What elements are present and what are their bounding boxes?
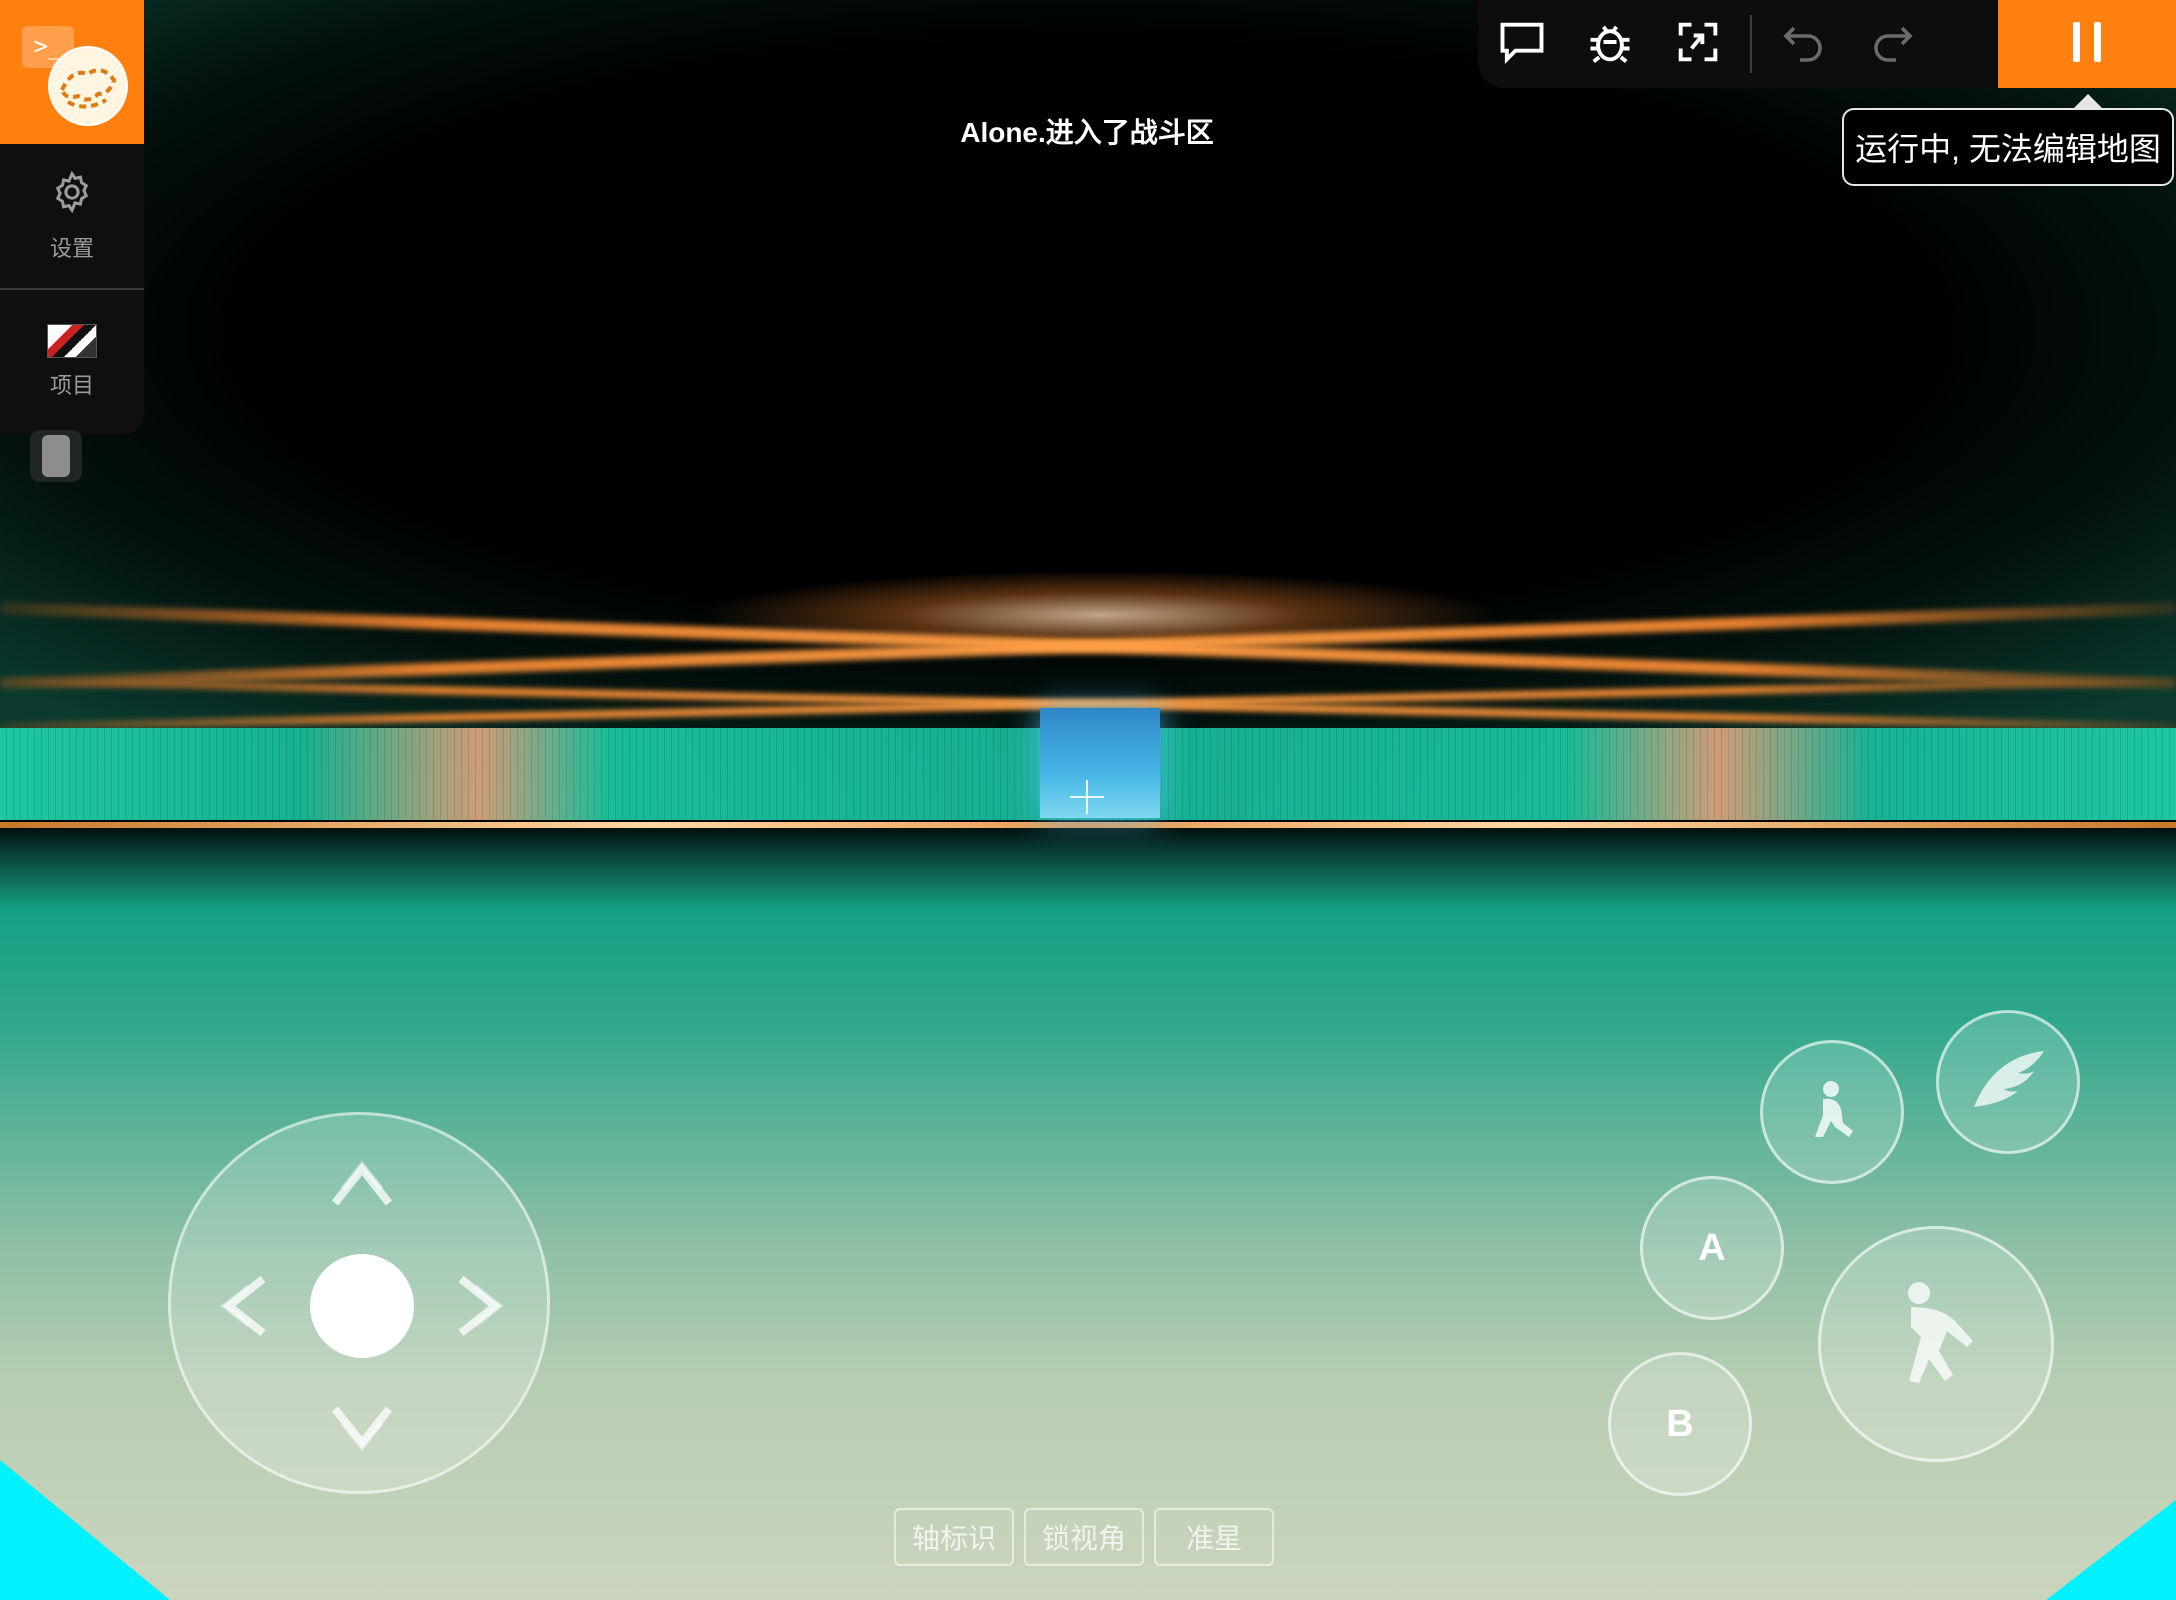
sidebar-item-settings[interactable]: 设置 [0,144,144,288]
app-logo[interactable]: >_ [0,0,144,144]
axis-marker-toggle[interactable]: 轴标识 [894,1508,1014,1566]
chat-button[interactable] [1478,0,1566,88]
horizon-line [0,822,2176,828]
collapse-icon [1672,16,1724,73]
debug-button[interactable] [1566,0,1654,88]
bug-icon [1584,16,1636,73]
chat-icon [1496,16,1548,73]
fly-button[interactable] [1936,1010,2080,1154]
running-tooltip: 运行中, 无法编辑地图 [1842,108,2174,186]
arrow-down-icon [331,1406,393,1452]
toggle-handle-icon [42,435,70,477]
sidebar-item-project[interactable]: 项目 [0,290,144,434]
sidebar-item-label: 项目 [49,373,94,398]
arrow-right-icon [458,1275,504,1337]
sidebar-collapse-toggle[interactable] [30,430,82,482]
top-toolbar [1478,0,2176,88]
sprint-button[interactable] [1818,1226,2054,1462]
sidebar-menu: 设置 项目 [0,144,144,434]
brain-logo-icon [48,46,128,126]
crouch-button[interactable] [1760,1040,1904,1184]
crosshair-toggle[interactable]: 准星 [1154,1508,1274,1566]
sprint-runner-icon [1881,1277,1991,1412]
collapse-button[interactable] [1654,0,1742,88]
arrow-up-icon [331,1160,393,1206]
project-thumbnail [47,324,97,358]
left-sidebar: >_ 设置 项目 [0,0,144,482]
bottom-toggle-bar: 轴标识 锁视角 准星 [894,1508,1274,1566]
joystick-knob[interactable] [310,1254,414,1358]
lock-view-toggle[interactable]: 锁视角 [1024,1508,1144,1566]
undo-icon [1780,18,1828,71]
pause-icon [2067,20,2107,69]
sidebar-item-label: 设置 [49,236,94,261]
movement-joystick[interactable] [168,1112,550,1494]
crosshair-icon [1070,780,1104,814]
toolbar-divider [1750,15,1752,73]
gear-icon [49,169,95,221]
fly-wing-icon [1968,1045,2048,1120]
game-notification: Alone.进入了战斗区 [920,98,1254,164]
redo-icon [1868,18,1916,71]
b-button[interactable]: B [1608,1352,1752,1496]
undo-button[interactable] [1760,0,1848,88]
redo-button[interactable] [1848,0,1936,88]
pause-button[interactable] [1998,0,2176,88]
crouch-icon [1797,1075,1867,1150]
a-button[interactable]: A [1640,1176,1784,1320]
arrow-left-icon [220,1275,266,1337]
